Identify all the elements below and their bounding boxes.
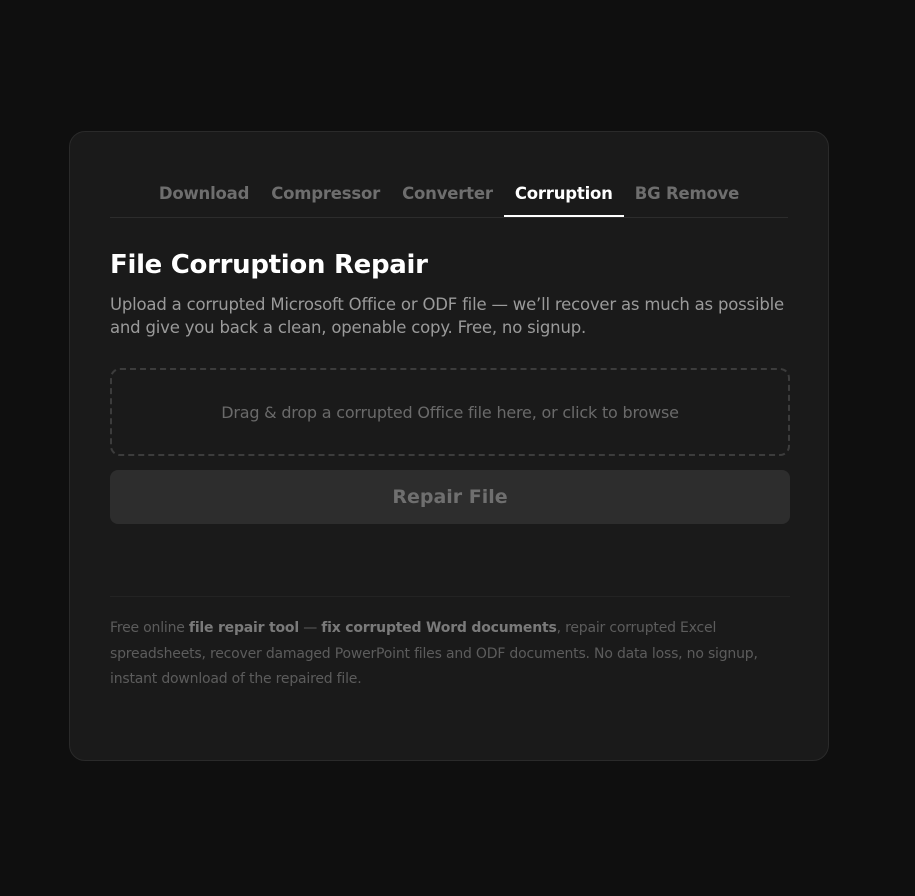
file-dropzone[interactable]: Drag & drop a corrupted Office file here… xyxy=(110,368,790,456)
tab-corruption[interactable]: Corruption xyxy=(503,176,624,217)
repair-card: Download Compressor Converter Corruption… xyxy=(69,131,829,761)
footer-keyword-repair-tool: file repair tool xyxy=(188,620,299,636)
footer-text-1: Free online xyxy=(110,620,189,636)
dropzone-text: Drag & drop a corrupted Office file here… xyxy=(221,402,679,422)
page-title: File Corruption Repair xyxy=(110,250,428,280)
footer-divider xyxy=(110,596,790,597)
tab-converter[interactable]: Converter xyxy=(391,176,504,217)
footer-keyword-word-documents: fix corrupted Word documents xyxy=(321,620,557,636)
tab-bg-remove[interactable]: BG Remove xyxy=(624,176,750,217)
footer-description: Free online file repair tool — fix corru… xyxy=(110,616,790,693)
footer-text-2: — xyxy=(298,620,322,636)
repair-file-button[interactable]: Repair File xyxy=(110,470,790,524)
tab-download[interactable]: Download xyxy=(148,176,260,217)
page-subtitle: Upload a corrupted Microsoft Office or O… xyxy=(110,295,784,337)
tool-tabs: Download Compressor Converter Corruption… xyxy=(110,176,788,218)
tab-compressor[interactable]: Compressor xyxy=(260,176,391,217)
